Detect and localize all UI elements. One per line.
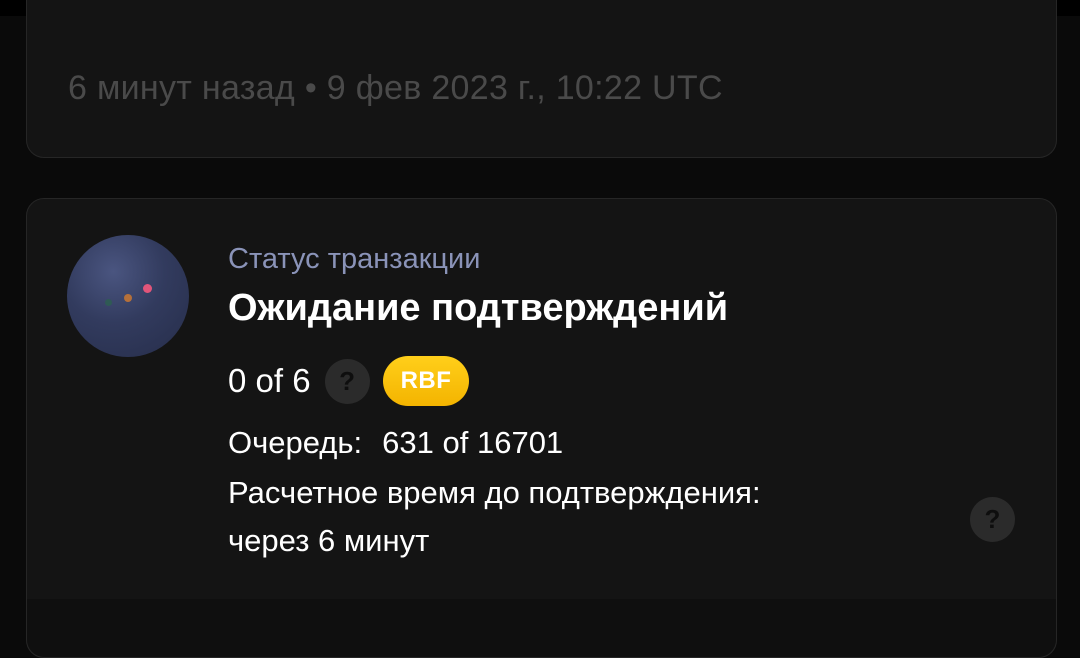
avatar-dot-orange bbox=[124, 294, 132, 302]
avatar-dot-teal bbox=[105, 299, 112, 306]
confirmations-count: 0 of 6 bbox=[228, 362, 311, 399]
help-glyph: ? bbox=[339, 365, 356, 396]
eta-label: Расчетное время до подтверждения: bbox=[228, 475, 761, 510]
card-footer bbox=[27, 599, 1056, 657]
timestamp-absolute: 9 фев 2023 г., 10:22 UTC bbox=[326, 69, 723, 107]
transaction-avatar-icon bbox=[67, 235, 189, 357]
timestamp-card: 6 минут назад • 9 фев 2023 г., 10:22 UTC bbox=[26, 0, 1057, 158]
timestamp-separator: • bbox=[304, 69, 318, 107]
rbf-badge[interactable]: RBF bbox=[382, 356, 470, 406]
status-title: Ожидание подтверждений bbox=[228, 287, 729, 329]
confirmations-row: 0 of 6 ? RBF bbox=[228, 355, 470, 407]
status-label: Статус транзакции bbox=[228, 243, 481, 275]
help-glyph: ? bbox=[984, 504, 1001, 534]
timestamp: 6 минут назад • 9 фев 2023 г., 10:22 UTC bbox=[68, 69, 723, 108]
eta-value: через 6 минут bbox=[228, 523, 430, 558]
queue-value: 631 of 16701 bbox=[382, 425, 564, 460]
queue-row: Очередь: 631 of 16701 bbox=[228, 425, 563, 461]
eta-help-icon[interactable]: ? bbox=[970, 497, 1015, 542]
queue-label: Очередь: bbox=[228, 425, 363, 460]
avatar-dot-pink bbox=[143, 284, 152, 293]
timestamp-relative: 6 минут назад bbox=[68, 69, 296, 107]
confirmations-help-icon[interactable]: ? bbox=[324, 358, 370, 404]
transaction-status-card: Статус транзакции Ожидание подтверждений… bbox=[26, 198, 1057, 658]
